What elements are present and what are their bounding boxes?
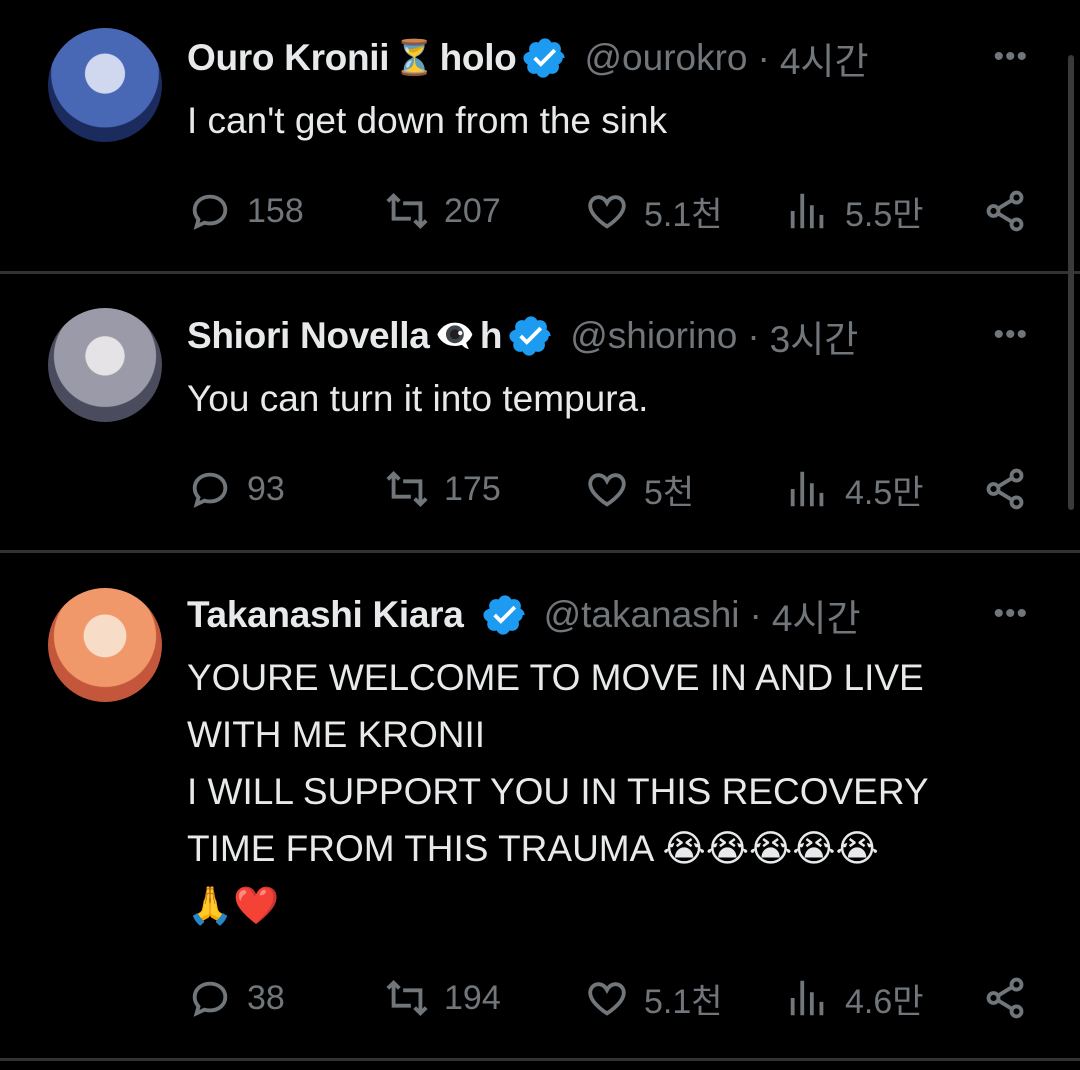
reply-count: 93 [247,469,285,508]
reply-button[interactable]: 158 [187,186,304,236]
share-icon [986,190,1024,232]
heart-icon [588,195,626,229]
verified-badge-icon [483,595,525,635]
timestamp[interactable]: 4시간 [780,31,869,85]
handle[interactable]: @shiorino [570,315,737,357]
views-icon [790,193,824,229]
tweet-1[interactable]: Ouro Kronii ⏳ holo @ourokro · 4시간 ••• I … [0,0,1080,272]
tweet-2[interactable]: Shiori Novella 👁️‍🗨️ h @shiorino · 3시간 •… [0,274,1080,550]
heart-icon [588,982,626,1016]
retweet-button[interactable]: 194 [384,973,501,1023]
handle[interactable]: @ourokro [584,37,747,79]
more-options-icon[interactable]: ••• [993,597,1028,631]
timestamp[interactable]: 4시간 [772,588,861,642]
share-icon [986,977,1024,1019]
views-button[interactable]: 4.5만 [785,464,924,514]
share-icon [986,468,1024,510]
retweet-button[interactable]: 175 [384,464,501,514]
eye-speech-bubble-icon: 👁️‍🗨️ [433,317,476,355]
avatar[interactable] [48,308,162,422]
scrollbar[interactable] [1068,55,1074,510]
like-button[interactable]: 5.1천 [584,973,723,1023]
retweet-count: 207 [444,191,501,230]
view-count: 5.5만 [845,195,924,234]
views-icon [790,980,824,1016]
display-name-suffix[interactable]: h [480,315,503,357]
handle[interactable]: @takanashi [544,594,740,636]
share-button[interactable] [982,973,1042,1023]
display-name[interactable]: Shiori Novella [187,315,430,357]
retweet-icon [386,470,428,508]
tweet-text: You can turn it into tempura. [187,378,649,419]
heart-icon [588,473,626,507]
tweet-text: I can't get down from the sink [187,100,668,141]
separator-dot: · [749,594,762,635]
retweet-count: 194 [444,978,501,1017]
share-button[interactable] [982,464,1042,514]
like-button[interactable]: 5.1천 [584,186,723,236]
retweet-icon [386,192,428,230]
display-name-suffix[interactable]: holo [440,37,517,79]
view-count: 4.5만 [845,473,924,512]
share-button[interactable] [982,186,1042,236]
tweet-text: YOURE WELCOME TO MOVE IN AND LIVE WITH M… [187,657,929,926]
display-name[interactable]: Takanashi Kiara [187,594,464,636]
avatar[interactable] [48,588,162,702]
hourglass-icon: ⏳ [393,39,436,77]
verified-badge-icon [523,38,566,78]
like-count: 5.1천 [644,982,723,1021]
like-count: 5.1천 [644,195,723,234]
reply-icon [192,472,228,508]
view-count: 4.6만 [845,982,924,1021]
like-count: 5천 [644,473,695,512]
retweet-count: 175 [444,469,501,508]
tweet-3[interactable]: Takanashi Kiara @takanashi · 4시간 ••• YOU… [0,553,1080,1058]
views-button[interactable]: 5.5만 [785,186,924,236]
reply-button[interactable]: 38 [187,973,285,1023]
reply-count: 158 [247,191,304,230]
reply-icon [192,194,228,230]
retweet-icon [386,979,428,1017]
verified-badge-icon [509,316,551,356]
avatar[interactable] [48,28,162,142]
retweet-button[interactable]: 207 [384,186,501,236]
reply-icon [192,981,228,1017]
separator-dot: · [747,315,760,356]
more-options-icon[interactable]: ••• [993,318,1028,352]
more-options-icon[interactable]: ••• [993,40,1028,74]
timestamp[interactable]: 3시간 [770,309,859,363]
views-button[interactable]: 4.6만 [785,973,924,1023]
display-name[interactable]: Ouro Kronii [187,37,390,79]
like-button[interactable]: 5천 [584,464,694,514]
reply-button[interactable]: 93 [187,464,285,514]
reply-count: 38 [247,978,285,1017]
views-icon [790,471,824,507]
divider [0,1058,1080,1061]
separator-dot: · [757,37,770,78]
